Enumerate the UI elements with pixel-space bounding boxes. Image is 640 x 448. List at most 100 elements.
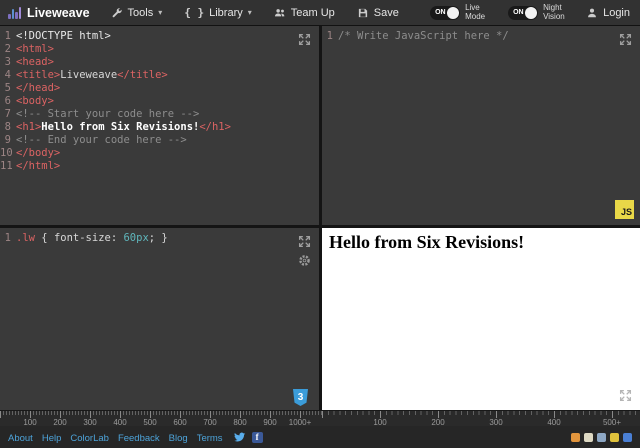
mini-badge-icon[interactable]: [584, 432, 593, 442]
html-editor-panel[interactable]: 1 <!DOCTYPE html> 2 <html> 3 <head> 4 <title>Li…: [0, 26, 319, 225]
line-number: 5: [4, 82, 11, 94]
mini-badge-icon[interactable]: [623, 432, 632, 442]
preview-heading: Hello from Six Revisions!: [329, 232, 525, 252]
login-label: Login: [603, 6, 630, 19]
social-icons: f: [233, 431, 263, 443]
ruler-right: 100 200 300 400 500+: [322, 411, 640, 427]
liveweave-logo-icon: [8, 6, 21, 19]
team-up-label: Team Up: [290, 6, 335, 19]
expand-icon[interactable]: [619, 33, 632, 46]
braces-icon: { }: [184, 6, 205, 19]
night-vision-toggle[interactable]: ON: [508, 5, 539, 20]
toggle-knob-icon: [447, 6, 460, 19]
ruler-label: 200: [431, 418, 445, 427]
ruler-left: 100 200 300 400 500 600 700 800 900 1000+: [0, 411, 322, 427]
code-line: 2 <html>: [0, 43, 319, 56]
code-line: 1 .lw { font-size: 60px; }: [0, 232, 319, 245]
ruler-label: 100: [23, 418, 37, 427]
ruler-label: 400: [113, 418, 127, 427]
library-menu-button[interactable]: { } Library ▾: [173, 0, 263, 25]
code-line: 4 <title>Liveweave</title>: [0, 69, 319, 82]
code-line: 9 <!-- End your code here -->: [0, 134, 319, 147]
code-line: 10 </body>: [0, 147, 61, 159]
footer-mini-badges: [571, 432, 632, 442]
topbar-right-controls: ON Live Mode ON Night Vision Login: [430, 3, 640, 21]
line-number: 1: [4, 30, 11, 42]
brand-name: Liveweave: [27, 5, 90, 20]
code-line: 1 <!DOCTYPE html>: [0, 30, 319, 43]
line-number: 9: [4, 134, 11, 146]
line-number: 1: [4, 232, 11, 244]
ruler-label: 500+: [602, 418, 622, 427]
brand[interactable]: Liveweave: [0, 6, 100, 20]
measurement-ruler: 100 200 300 400 500 600 700 800 900 1000+ 100 200 3…: [0, 410, 640, 427]
gear-icon[interactable]: [298, 254, 311, 267]
footer-link-help[interactable]: Help: [42, 433, 62, 444]
toggle-state: ON: [435, 8, 446, 16]
code-line: 3 <head>: [0, 56, 319, 69]
liveweave-app: Liveweave Tools ▾ { } Library ▾ Team Up …: [0, 0, 640, 448]
css-editor-panel[interactable]: 3 1 .lw { font-size: 60px; }: [0, 228, 319, 410]
workspace: 1 <!DOCTYPE html> 2 <html> 3 <head> 4 <title>Li…: [0, 26, 640, 410]
expand-icon[interactable]: [619, 389, 632, 402]
preview-panel[interactable]: Hello from Six Revisions!: [322, 228, 640, 410]
tools-menu-button[interactable]: Tools ▾: [100, 0, 174, 25]
ruler-label: 900: [263, 418, 277, 427]
footer-link-terms[interactable]: Terms: [197, 433, 223, 444]
line-number: 8: [4, 121, 11, 133]
footer-link-blog[interactable]: Blog: [169, 433, 188, 444]
code-line: 6 <body>: [0, 95, 319, 108]
night-vision-label: Night Vision: [543, 3, 565, 21]
ruler-label: 300: [489, 418, 503, 427]
js-editor-panel[interactable]: JS 1/* Write JavaScript here */: [322, 26, 640, 225]
night-vision-toggle-group: ON Night Vision: [508, 3, 573, 21]
toggle-knob-icon: [525, 6, 538, 19]
ruler-label: 300: [83, 418, 97, 427]
mini-badge-icon[interactable]: [610, 432, 619, 442]
live-mode-toggle-group: ON Live Mode: [430, 3, 495, 21]
expand-icon[interactable]: [298, 33, 311, 46]
mini-badge-icon[interactable]: [571, 432, 580, 442]
line-number: 3: [4, 56, 11, 68]
line-number: 11: [0, 160, 13, 172]
save-label: Save: [373, 6, 399, 19]
live-mode-label: Live Mode: [465, 3, 486, 21]
expand-icon[interactable]: [298, 235, 311, 248]
live-mode-toggle[interactable]: ON: [430, 5, 461, 20]
people-icon: [274, 8, 285, 16]
ruler-label: 400: [547, 418, 561, 427]
wrench-icon: [112, 7, 122, 17]
twitter-icon[interactable]: [233, 431, 246, 443]
css3-badge: 3: [293, 389, 308, 406]
footer-link-feedback[interactable]: Feedback: [118, 433, 160, 444]
code-line: 11 </html>: [0, 160, 61, 172]
ruler-label: 100: [373, 418, 387, 427]
footer-links: About Help ColorLab Feedback Blog Terms: [8, 428, 232, 446]
line-number: 7: [4, 108, 11, 120]
person-icon: [588, 8, 596, 17]
line-number: 2: [4, 43, 11, 55]
footer: About Help ColorLab Feedback Blog Terms f: [0, 426, 640, 448]
js-badge: JS: [615, 200, 634, 219]
code-line: 1/* Write JavaScript here */: [322, 30, 640, 43]
line-number: 6: [4, 95, 11, 107]
footer-link-colorlab[interactable]: ColorLab: [70, 433, 109, 444]
chevron-down-icon: ▾: [158, 8, 163, 17]
code-line: 5 </head>: [0, 82, 319, 95]
save-button[interactable]: Save: [346, 0, 410, 25]
chevron-down-icon: ▾: [247, 8, 252, 17]
login-button[interactable]: Login: [586, 7, 630, 19]
library-label: Library: [209, 6, 243, 19]
top-bar: Liveweave Tools ▾ { } Library ▾ Team Up …: [0, 0, 640, 26]
tools-label: Tools: [127, 6, 154, 19]
team-up-button[interactable]: Team Up: [263, 0, 346, 25]
code-line: 7 <!-- Start your code here -->: [0, 108, 319, 121]
code-line: 8 <h1>Hello from Six Revisions!</h1>: [0, 121, 319, 134]
footer-link-about[interactable]: About: [8, 433, 33, 444]
ruler-label: 200: [53, 418, 67, 427]
facebook-icon[interactable]: f: [251, 431, 263, 443]
line-number: 1: [326, 30, 333, 42]
mini-badge-icon[interactable]: [597, 432, 606, 442]
save-icon: [358, 8, 367, 17]
ruler-label: 500: [143, 418, 157, 427]
